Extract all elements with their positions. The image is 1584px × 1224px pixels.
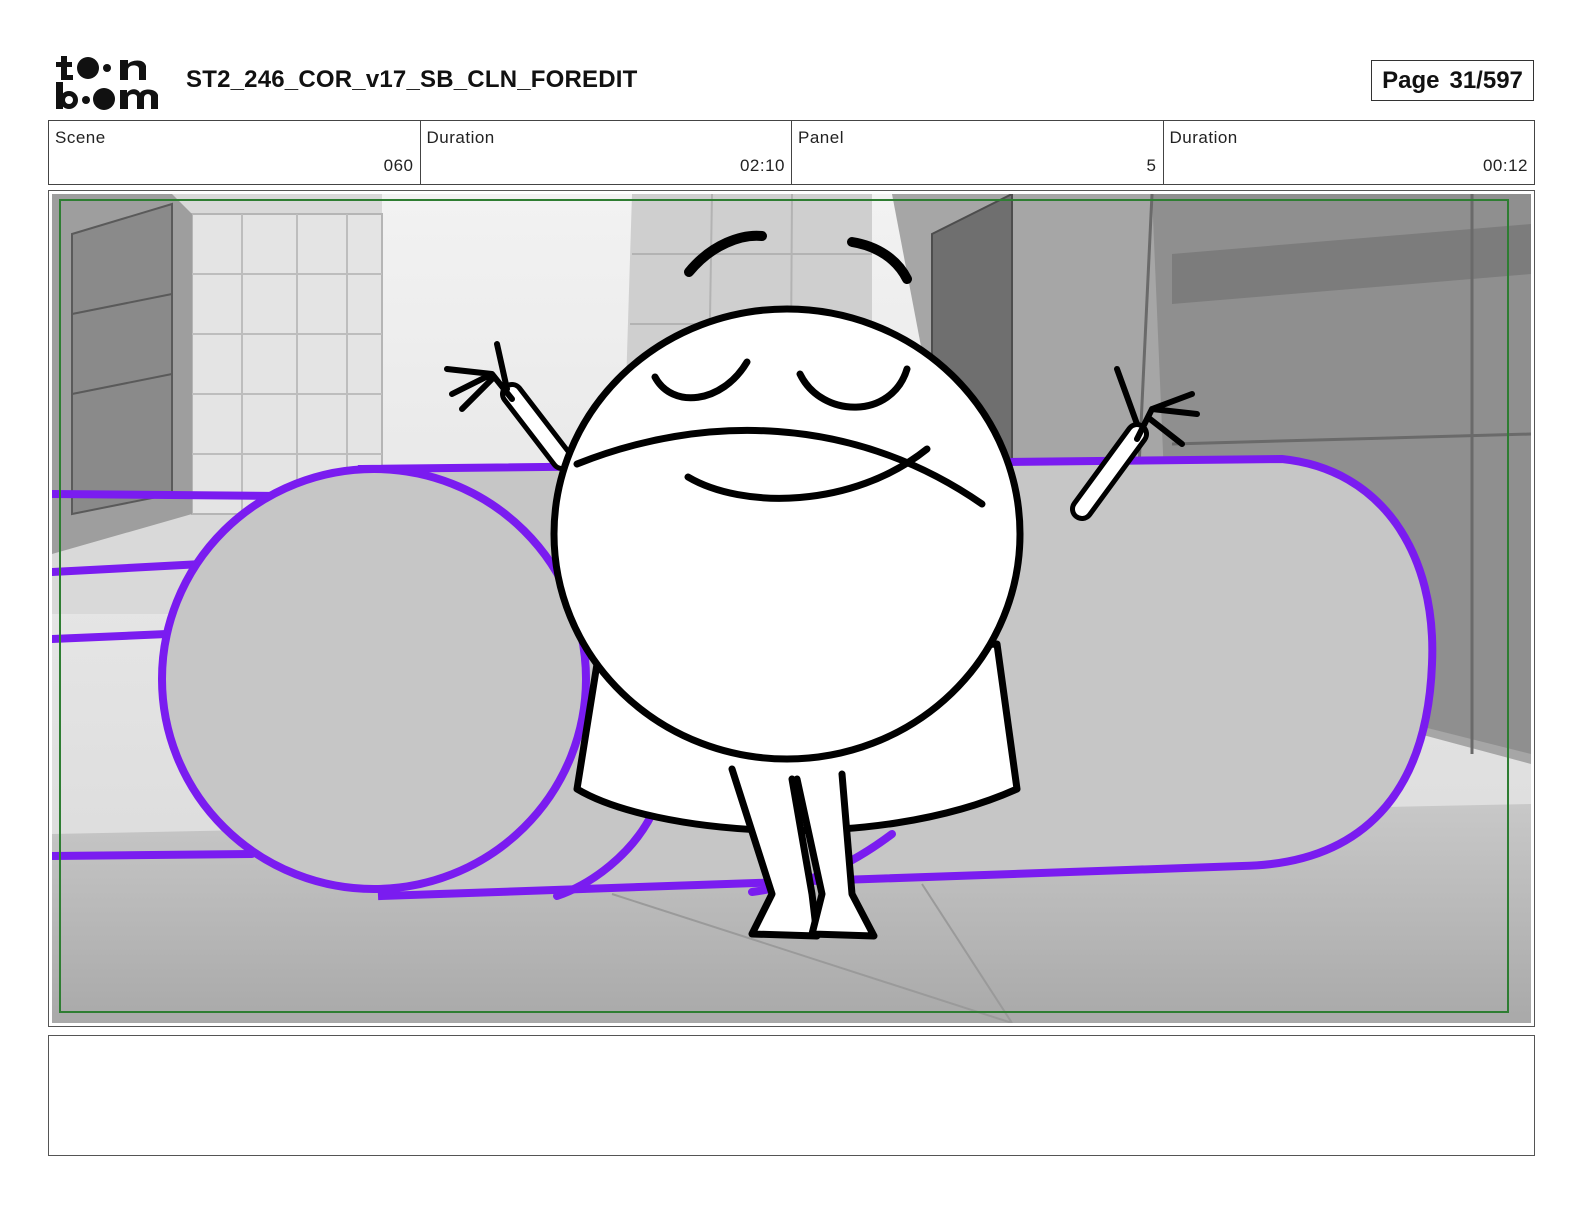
- scene-value: 060: [383, 156, 414, 175]
- storyboard-panel-frame: [48, 190, 1535, 1027]
- page-label: Page: [1382, 66, 1440, 94]
- scene-duration-value: 02:10: [739, 156, 785, 175]
- panel-notes-box[interactable]: [48, 1035, 1535, 1156]
- scene-cell: Scene 060: [49, 121, 421, 184]
- character-head: [550, 305, 1024, 763]
- panel-duration-label: Duration: [1169, 128, 1238, 147]
- toon-boom-logo: [56, 56, 158, 110]
- vehicle-wheel: [158, 465, 590, 893]
- panel-info-row: Scene 060 Duration 02:10 Panel 5 Duratio…: [48, 120, 1535, 185]
- panel-label: Panel: [798, 128, 844, 147]
- page-number: 31/597: [1449, 66, 1523, 94]
- panel-duration-cell: Duration 00:12: [1164, 121, 1535, 184]
- scene-duration-cell: Duration 02:10: [421, 121, 792, 184]
- panel-duration-value: 00:12: [1482, 156, 1528, 175]
- storyboard-panel-image: [52, 194, 1531, 1023]
- page-indicator: Page 31/597: [1371, 60, 1534, 101]
- panel-cell: Panel 5: [792, 121, 1164, 184]
- document-title: ST2_246_COR_v17_SB_CLN_FOREDIT: [186, 66, 638, 93]
- scene-label: Scene: [55, 128, 106, 147]
- scene-duration-label: Duration: [426, 128, 495, 147]
- panel-value: 5: [1146, 156, 1157, 175]
